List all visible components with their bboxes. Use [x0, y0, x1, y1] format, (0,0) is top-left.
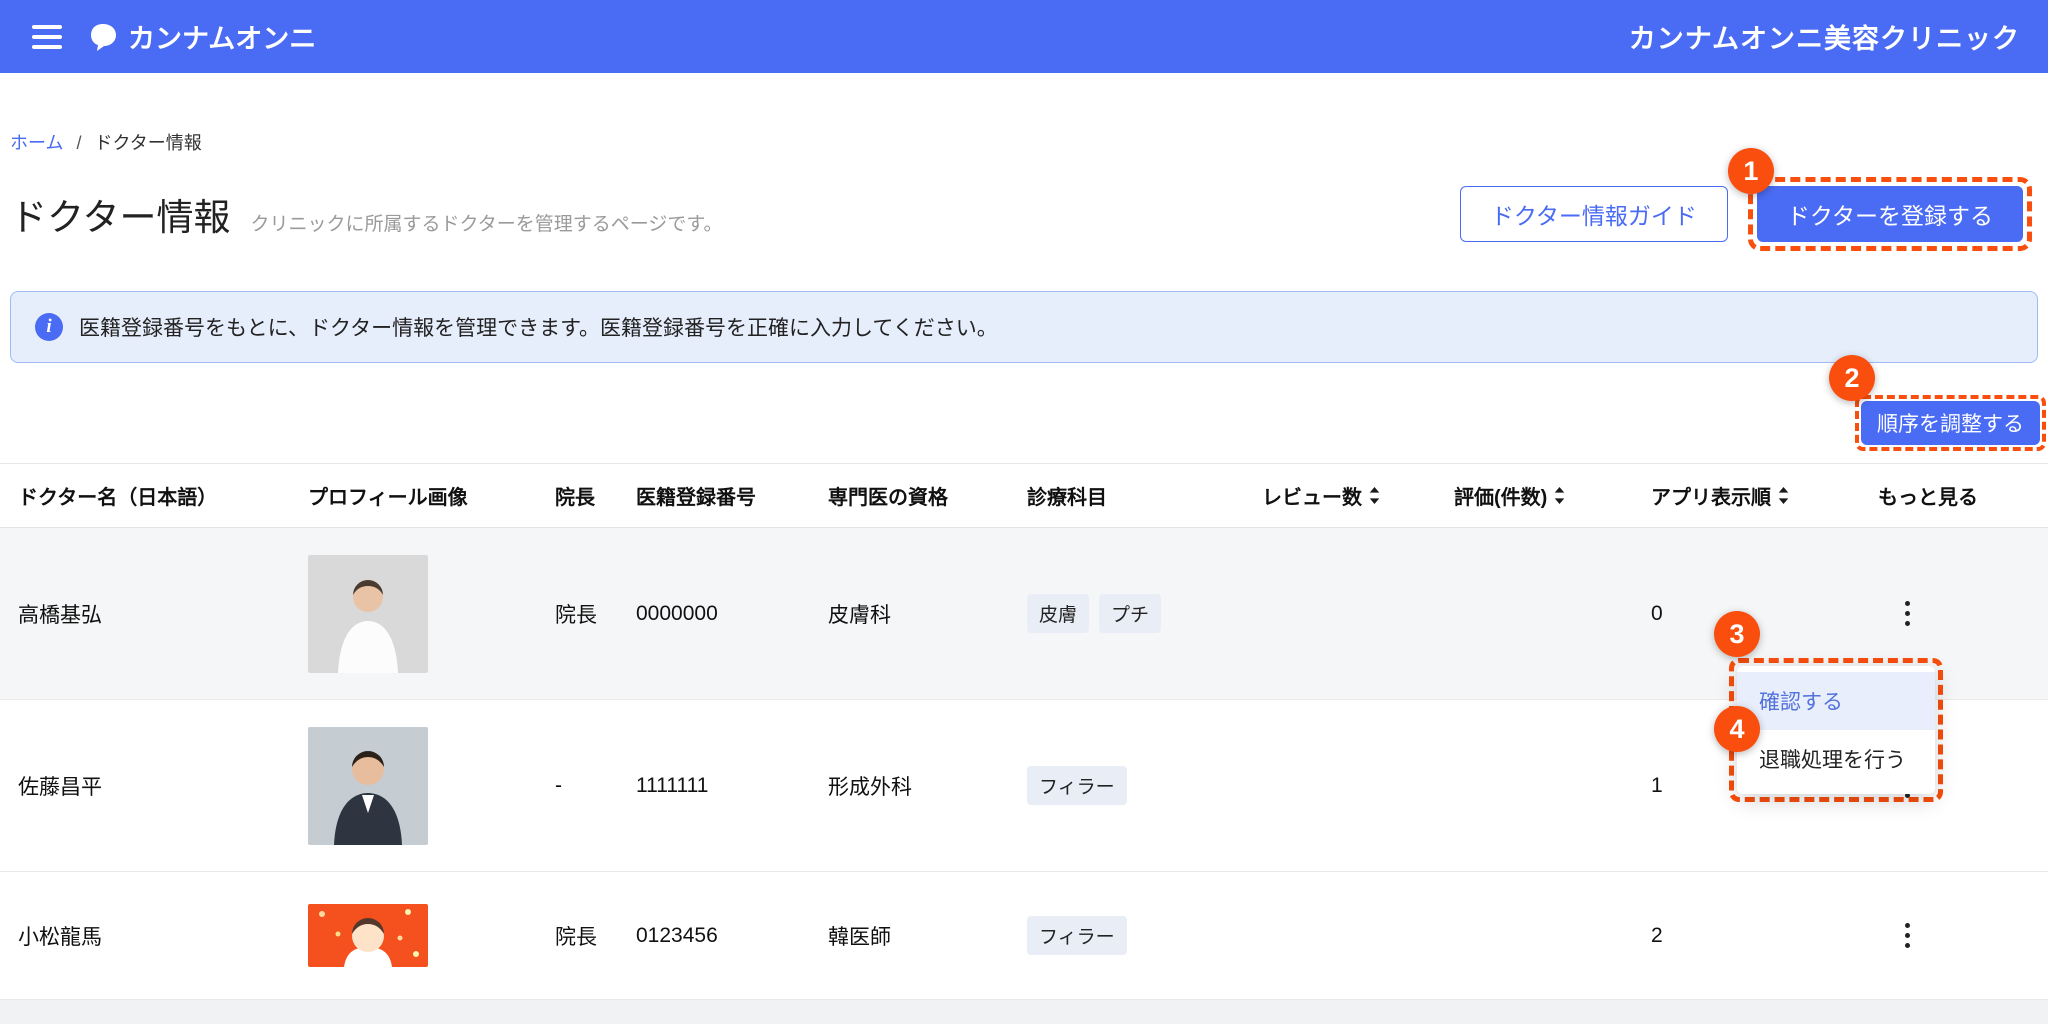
cell-director: -	[555, 773, 562, 797]
top-bar: カンナムオンニ カンナムオンニ美容クリニック	[0, 0, 2048, 73]
department-chip: フィラー	[1027, 766, 1127, 805]
cell-license: 1111111	[636, 773, 709, 797]
row-more-icon[interactable]	[1884, 591, 1930, 637]
profile-photo	[308, 554, 428, 673]
cell-profile-image	[308, 554, 555, 673]
department-chip: 皮膚	[1027, 594, 1090, 633]
page-header: ドクター情報 クリニックに所属するドクターを管理するページです。 ドクター情報ガ…	[10, 148, 2040, 251]
profile-illustration	[308, 904, 428, 967]
col-header-license: 医籍登録番号	[636, 487, 756, 509]
annotation-box-menu: 確認する 退職処理を行う 3 4	[1714, 611, 1943, 802]
app-logo[interactable]: カンナムオンニ	[88, 17, 316, 56]
col-header-departments: 診療科目	[1027, 487, 1107, 509]
cell-doctor-name: 小松龍馬	[18, 925, 102, 949]
col-header-director: 院長	[555, 487, 595, 509]
sort-icon	[1778, 486, 1789, 505]
cell-more	[1878, 591, 2048, 637]
col-header-profile-image: プロフィール画像	[308, 487, 468, 509]
info-banner: i 医籍登録番号をもとに、ドクター情報を管理できます。医籍登録番号を正確に入力し…	[10, 291, 2038, 363]
cell-profile-image	[308, 726, 555, 845]
header-actions: ドクター情報ガイド ドクターを登録する 1	[1459, 148, 2032, 251]
cell-director: 院長	[555, 925, 597, 949]
cell-doctor-name: 佐藤昌平	[18, 775, 102, 799]
title-wrap: ドクター情報 クリニックに所属するドクターを管理するページです。	[10, 187, 723, 241]
cell-app-order: 2	[1651, 923, 1663, 947]
sort-icon	[1369, 486, 1380, 505]
annotation-badge-3: 3	[1714, 611, 1760, 657]
cell-specialty: 形成外科	[828, 775, 912, 799]
col-header-specialty: 専門医の資格	[828, 487, 948, 509]
info-icon: i	[35, 313, 63, 341]
menu-icon[interactable]	[28, 21, 66, 53]
breadcrumb-home-link[interactable]: ホーム	[10, 133, 63, 153]
register-doctor-button[interactable]: ドクターを登録する	[1756, 186, 2023, 242]
cell-doctor-name: 高橋基弘	[18, 603, 102, 627]
col-header-app-order[interactable]: アプリ表示順	[1651, 481, 1878, 510]
col-header-rating[interactable]: 評価(件数)	[1454, 481, 1651, 510]
clinic-name: カンナムオンニ美容クリニック	[1628, 24, 2020, 54]
sort-icon	[1555, 486, 1565, 505]
col-header-rating-label: 評価(件数)	[1454, 487, 1548, 509]
cell-director: 院長	[555, 603, 597, 627]
cell-departments: 皮膚 プチ	[1027, 594, 1262, 633]
main-content: ホーム / ドクター情報 ドクター情報 クリニックに所属するドクターを管理するペ…	[0, 73, 2048, 1000]
doctor-guide-button[interactable]: ドクター情報ガイド	[1459, 186, 1728, 242]
cell-specialty: 皮膚科	[828, 603, 891, 627]
department-chip: プチ	[1099, 594, 1162, 633]
table-row: 小松龍馬 院長 0123456 韓医師 フィラー 2	[0, 872, 2048, 1000]
cell-license: 0123456	[636, 923, 718, 947]
annotation-box-order: 順序を調整する 2	[1829, 355, 2046, 451]
col-header-app-order-label: アプリ表示順	[1651, 487, 1771, 509]
info-banner-text: 医籍登録番号をもとに、ドクター情報を管理できます。医籍登録番号を正確に入力してく…	[79, 317, 998, 340]
cell-departments: フィラー	[1027, 766, 1262, 805]
adjust-order-button[interactable]: 順序を調整する	[1861, 401, 2040, 445]
annotation-box-register: ドクターを登録する 1	[1727, 148, 2032, 251]
cell-app-order: 0	[1651, 601, 1663, 625]
row-context-menu: 確認する 退職処理を行う	[1737, 666, 1935, 794]
col-header-reviews[interactable]: レビュー数	[1262, 481, 1454, 510]
cell-more	[1878, 913, 2048, 959]
logo-text: カンナムオンニ	[128, 24, 317, 54]
row-more-icon[interactable]	[1884, 913, 1930, 959]
page-subtitle: クリニックに所属するドクターを管理するページです。	[250, 214, 723, 235]
col-header-reviews-label: レビュー数	[1262, 487, 1362, 509]
breadcrumb: ホーム / ドクター情報	[0, 73, 2048, 155]
cell-license: 0000000	[636, 601, 718, 625]
logo-icon	[91, 23, 116, 51]
annotation-badge-4: 4	[1714, 706, 1760, 752]
menu-item-retire[interactable]: 退職処理を行う	[1737, 730, 1935, 788]
cell-departments: フィラー	[1027, 916, 1262, 955]
cell-specialty: 韓医師	[828, 925, 891, 949]
department-chip: フィラー	[1027, 916, 1127, 955]
profile-photo	[308, 726, 428, 845]
col-header-doctor-name: ドクター名（日本語）	[18, 487, 218, 509]
menu-item-confirm[interactable]: 確認する	[1737, 672, 1935, 730]
col-header-more: もっと見る	[1878, 487, 1978, 509]
page-title: ドクター情報	[10, 197, 231, 238]
topbar-left: カンナムオンニ	[28, 17, 316, 56]
breadcrumb-separator: /	[76, 133, 82, 153]
cell-profile-image	[308, 904, 555, 967]
table-header-row: ドクター名（日本語） プロフィール画像 院長 医籍登録番号 専門医の資格 診療科…	[0, 464, 2048, 528]
annotation-badge-1: 1	[1727, 148, 1774, 194]
breadcrumb-current: ドクター情報	[94, 133, 202, 153]
order-row: 順序を調整する 2	[0, 355, 2046, 451]
annotation-badge-2: 2	[1829, 355, 1875, 401]
